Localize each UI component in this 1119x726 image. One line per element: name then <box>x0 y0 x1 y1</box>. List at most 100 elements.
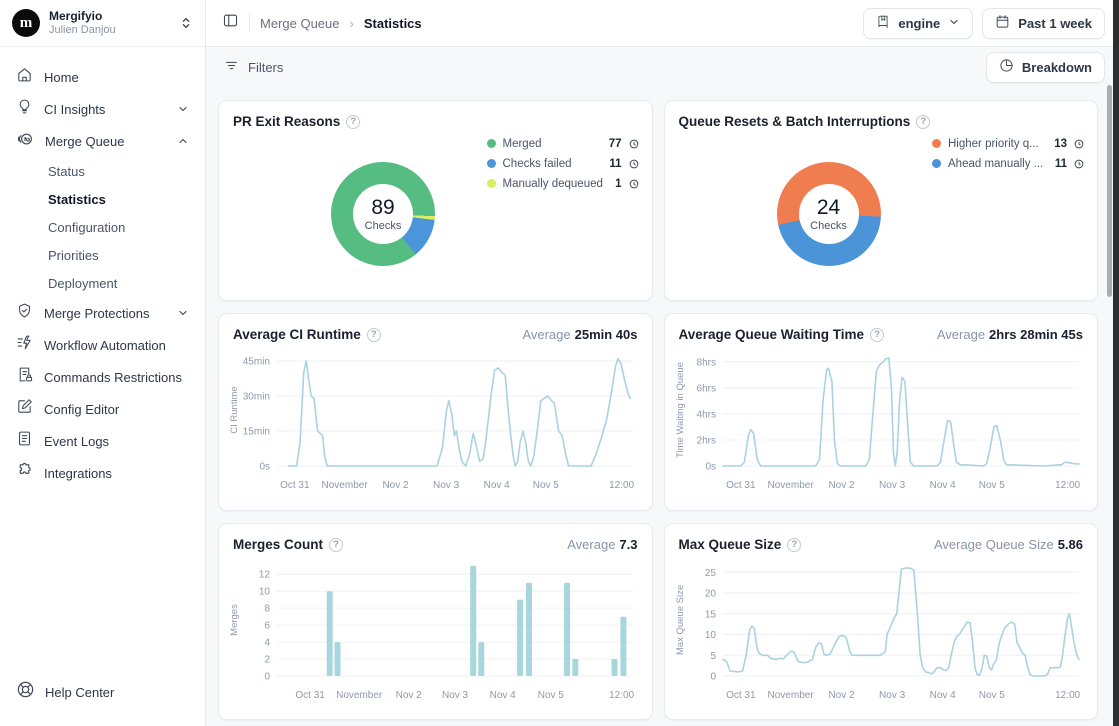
filters-button[interactable]: Filters <box>224 58 283 76</box>
donut-caption: Checks <box>365 220 402 232</box>
legend-dot <box>487 179 496 188</box>
filters-toolbar: Filters Breakdown <box>206 47 1119 87</box>
shield-check-icon <box>16 302 33 324</box>
help-icon[interactable]: ? <box>329 538 343 552</box>
breakdown-button[interactable]: Breakdown <box>986 52 1105 83</box>
sidebar-item-event-logs[interactable]: Event Logs <box>8 425 197 457</box>
org-switch-icon[interactable] <box>179 16 193 30</box>
card-max-queue-size: Max Queue Size ? Average Queue Size5.86 … <box>664 523 1099 720</box>
sidebar-subitem-statistics[interactable]: Statistics <box>8 185 197 213</box>
svg-text:November: November <box>322 480 369 491</box>
queue-resets-donut-chart[interactable]: 24 Checks <box>777 162 881 266</box>
svg-text:12:00: 12:00 <box>609 480 634 491</box>
card-queue-resets: Queue Resets & Batch Interruptions ? 24 … <box>664 100 1099 301</box>
svg-text:Max Queue Size: Max Queue Size <box>675 585 686 655</box>
svg-text:Oct 31: Oct 31 <box>295 690 325 701</box>
sidebar-item-home[interactable]: Home <box>8 61 197 93</box>
breadcrumb-current: Statistics <box>364 16 422 31</box>
svg-text:10: 10 <box>259 587 271 598</box>
svg-text:November: November <box>336 690 383 701</box>
sidebar-subitem-priorities[interactable]: Priorities <box>8 241 197 269</box>
average-value: Average7.3 <box>567 537 637 552</box>
legend-item-checks-failed[interactable]: Checks failed 11 <box>487 157 639 170</box>
svg-text:November: November <box>767 480 814 491</box>
filter-icon <box>224 58 239 76</box>
average-value: Average2hrs 28min 45s <box>937 327 1083 342</box>
svg-text:15min: 15min <box>243 427 270 438</box>
calendar-icon <box>995 14 1010 32</box>
chevron-down-icon <box>177 307 189 319</box>
svg-text:45min: 45min <box>243 357 270 368</box>
help-icon[interactable]: ? <box>367 328 381 342</box>
chevron-up-icon <box>177 135 189 147</box>
svg-text:0s: 0s <box>705 462 716 473</box>
help-icon[interactable]: ? <box>870 328 884 342</box>
svg-text:Nov 3: Nov 3 <box>879 690 906 701</box>
legend-item-ahead-manually[interactable]: Ahead manually ... 11 <box>932 157 1084 170</box>
app-window: m Mergifyio Julien Danjou Home CI Insigh… <box>0 0 1119 726</box>
average-value: Average Queue Size5.86 <box>934 537 1083 552</box>
edit-pencil-icon <box>16 398 33 420</box>
card-title: PR Exit Reasons <box>233 114 340 129</box>
queue-waiting-chart[interactable]: 0s2hrs4hrs6hrs8hrsOct 31NovemberNov 2Nov… <box>671 344 1091 498</box>
legend-item-merged[interactable]: Merged 77 <box>487 137 639 150</box>
info-clock-icon[interactable] <box>1074 159 1084 169</box>
ci-runtime-chart[interactable]: 0s15min30min45minOct 31NovemberNov 2Nov … <box>225 344 645 498</box>
date-range-button[interactable]: Past 1 week <box>982 8 1105 39</box>
info-clock-icon[interactable] <box>629 179 639 189</box>
repository-icon <box>876 15 890 32</box>
sidebar-item-merge-queue[interactable]: Merge Queue <box>8 125 197 157</box>
svg-text:Merges: Merges <box>229 604 240 636</box>
svg-text:Nov 2: Nov 2 <box>828 690 855 701</box>
svg-text:Oct 31: Oct 31 <box>280 480 310 491</box>
svg-text:Nov 5: Nov 5 <box>538 690 565 701</box>
sidebar-item-workflow-automation[interactable]: Workflow Automation <box>8 329 197 361</box>
sidebar-subitem-status[interactable]: Status <box>8 157 197 185</box>
svg-text:8hrs: 8hrs <box>696 357 715 368</box>
pr-exit-donut-chart[interactable]: 89 Checks <box>331 162 435 266</box>
info-clock-icon[interactable] <box>1074 139 1084 149</box>
card-merges-count: Merges Count ? Average7.3 024681012Oct 3… <box>218 523 653 720</box>
card-title: Queue Resets & Batch Interruptions <box>679 114 911 129</box>
home-icon <box>16 66 33 88</box>
org-switcher[interactable]: m Mergifyio Julien Danjou <box>0 0 205 47</box>
svg-text:15: 15 <box>704 609 716 620</box>
merges-count-chart[interactable]: 024681012Oct 31NovemberNov 2Nov 3Nov 4No… <box>225 554 645 708</box>
sidebar-subitem-deployment[interactable]: Deployment <box>8 269 197 297</box>
help-center-link[interactable]: Help Center <box>0 666 205 726</box>
max-queue-size-chart[interactable]: 0510152025Oct 31NovemberNov 2Nov 3Nov 4N… <box>671 554 1091 708</box>
svg-text:Nov 3: Nov 3 <box>433 480 460 491</box>
sidebar-item-commands-restrictions[interactable]: Commands Restrictions <box>8 361 197 393</box>
svg-text:Nov 3: Nov 3 <box>442 690 469 701</box>
svg-text:10: 10 <box>704 630 716 641</box>
sidebar-subitem-configuration[interactable]: Configuration <box>8 213 197 241</box>
legend-dot <box>932 159 941 168</box>
info-clock-icon[interactable] <box>629 139 639 149</box>
svg-text:6hrs: 6hrs <box>696 383 715 394</box>
zap-lines-icon <box>16 334 33 356</box>
help-icon[interactable]: ? <box>787 538 801 552</box>
vertical-scrollbar[interactable] <box>1107 85 1112 297</box>
legend-dot <box>487 159 496 168</box>
info-clock-icon[interactable] <box>629 159 639 169</box>
breadcrumb-parent[interactable]: Merge Queue <box>260 16 340 31</box>
repository-select-button[interactable]: engine <box>863 8 973 39</box>
donut-total: 24 <box>817 196 840 219</box>
svg-text:0: 0 <box>710 672 716 683</box>
sidebar-item-merge-protections[interactable]: Merge Protections <box>8 297 197 329</box>
svg-text:Nov 4: Nov 4 <box>490 690 517 701</box>
sidebar-item-integrations[interactable]: Integrations <box>8 457 197 489</box>
svg-text:Nov 5: Nov 5 <box>978 690 1005 701</box>
svg-text:12:00: 12:00 <box>609 690 634 701</box>
svg-text:6: 6 <box>264 621 270 632</box>
sidebar-item-ci-insights[interactable]: CI Insights <box>8 93 197 125</box>
legend-item-manually-dequeued[interactable]: Manually dequeued 1 <box>487 177 639 190</box>
help-icon[interactable]: ? <box>916 115 930 129</box>
card-pr-exit-reasons: PR Exit Reasons ? 89 Checks <box>218 100 653 301</box>
svg-text:Oct 31: Oct 31 <box>726 480 756 491</box>
help-icon[interactable]: ? <box>346 115 360 129</box>
legend-item-higher-priority[interactable]: Higher priority q... 13 <box>932 137 1084 150</box>
sidebar-toggle-icon[interactable] <box>222 12 239 34</box>
svg-text:November: November <box>767 690 814 701</box>
sidebar-item-config-editor[interactable]: Config Editor <box>8 393 197 425</box>
